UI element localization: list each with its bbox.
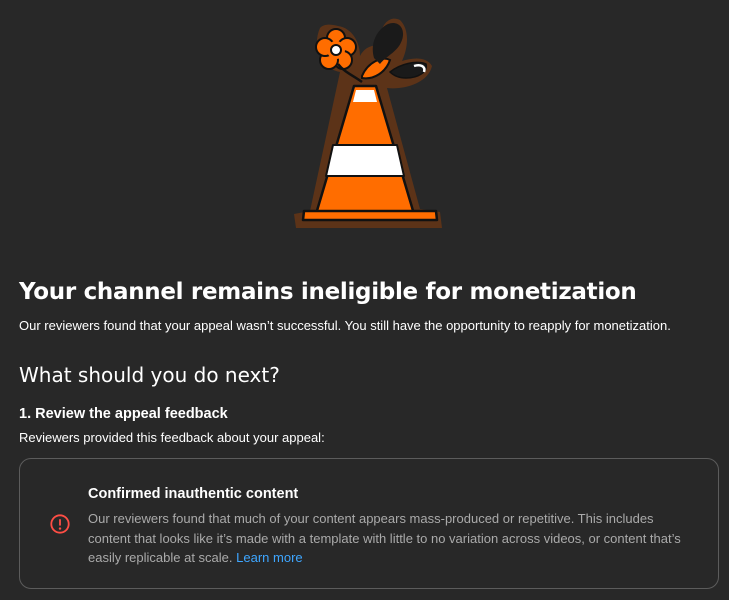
monetization-status-page: Your channel remains ineligible for mone…: [0, 0, 729, 600]
page-title: Your channel remains ineligible for mone…: [19, 279, 637, 305]
feedback-title: Confirmed inauthentic content: [88, 486, 299, 502]
next-steps-heading: What should you do next?: [19, 363, 280, 387]
step-heading: 1. Review the appeal feedback: [19, 406, 228, 422]
traffic-cone-illustration: [294, 18, 442, 229]
learn-more-link[interactable]: Learn more: [236, 550, 302, 565]
page-subtitle: Our reviewers found that your appeal was…: [19, 318, 671, 333]
alert-circle-icon: [50, 514, 70, 534]
feedback-body-text: Our reviewers found that much of your co…: [88, 511, 681, 565]
feedback-body: Our reviewers found that much of your co…: [88, 509, 698, 568]
feedback-card: Confirmed inauthentic content Our review…: [19, 458, 719, 589]
step-description: Reviewers provided this feedback about y…: [19, 430, 325, 445]
